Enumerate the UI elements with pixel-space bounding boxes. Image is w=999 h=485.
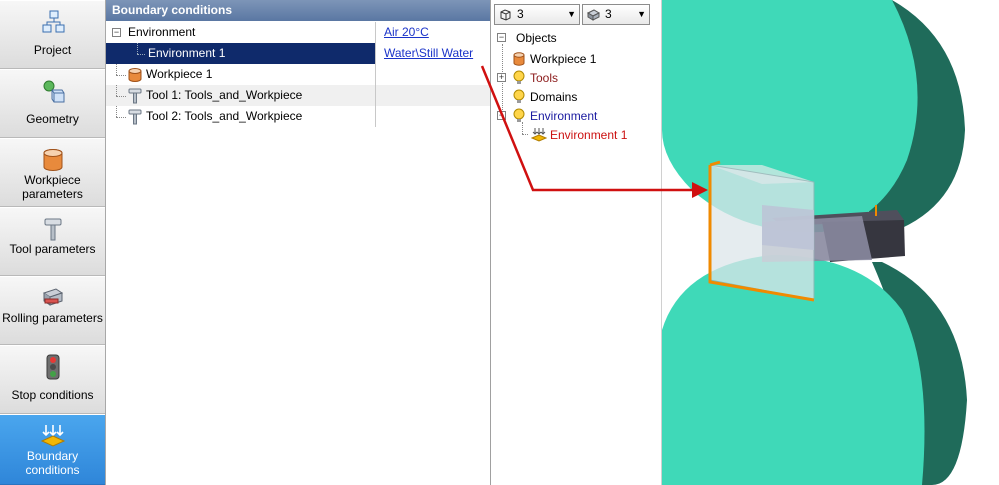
expand-icon[interactable]: + <box>497 73 506 82</box>
nav-boundary-conditions[interactable]: Boundary conditions <box>0 414 105 485</box>
tree-node-label: Domains <box>530 90 578 104</box>
nav-project-label: Project <box>33 43 72 57</box>
tree-connector <box>116 106 117 117</box>
tree-node-label: Environment 1 <box>550 128 628 142</box>
workpiece-cylinder-icon <box>43 149 63 171</box>
tree-node-label: Workpiece 1 <box>530 52 597 66</box>
geometry-shapes-icon <box>43 80 65 103</box>
tree-connector <box>116 64 117 75</box>
render-mode-select[interactable]: 3 ▼ <box>582 4 650 25</box>
nav-geometry[interactable]: Geometry <box>0 69 105 138</box>
tool-hammer-icon <box>128 109 142 125</box>
tree-node-label: Environment <box>530 109 598 123</box>
name-cell: Tool 1: Tools_and_Workpiece <box>106 85 375 106</box>
nav-project[interactable]: Project <box>0 0 105 69</box>
tree-node-label: Objects <box>516 31 557 45</box>
panel-header: Boundary conditions <box>106 0 490 21</box>
workpiece-cylinder-icon <box>513 52 525 66</box>
boundary-conditions-panel: Boundary conditions − Environment Air 20… <box>106 0 491 485</box>
dropdown-arrow-icon: ▼ <box>637 9 646 19</box>
value-cell <box>375 85 490 106</box>
value-cell: Water\Still Water <box>375 43 490 64</box>
view-mode-select[interactable]: 3 ▼ <box>494 4 580 25</box>
tree-connector <box>116 75 126 76</box>
row-label: Environment 1 <box>148 46 226 60</box>
dropdown-arrow-icon: ▼ <box>567 9 576 19</box>
lightbulb-icon <box>513 70 525 84</box>
cube-outline-icon <box>500 9 511 21</box>
lightbulb-icon <box>513 108 525 122</box>
solid-view-icon <box>587 9 600 21</box>
tree-connector <box>502 44 503 120</box>
lightbulb-icon <box>513 89 525 103</box>
workpiece-entry-face <box>762 205 814 250</box>
value-cell: Air 20°C <box>375 22 490 43</box>
nav-stop-conditions-label: Stop conditions <box>11 388 94 402</box>
tree-connector <box>522 134 528 135</box>
name-cell: Environment 1 <box>106 43 375 64</box>
collapse-icon[interactable]: − <box>497 111 506 120</box>
value-cell <box>375 64 490 85</box>
name-cell: Tool 2: Tools_and_Workpiece <box>106 106 375 127</box>
rolling-mill-icon <box>42 288 64 306</box>
nav-workpiece-parameters[interactable]: Workpiece parameters <box>0 138 105 207</box>
nav-rolling-parameters-label: Rolling parameters <box>2 311 103 325</box>
nav-stop-conditions[interactable]: Stop conditions <box>0 345 105 414</box>
tree-connector <box>137 54 145 55</box>
boundary-conditions-icon <box>40 425 66 447</box>
name-cell: Workpiece 1 <box>106 64 375 85</box>
nav-workpiece-parameters-label: Workpiece parameters <box>22 173 83 201</box>
table-row-tool-2[interactable]: Tool 2: Tools_and_Workpiece <box>106 106 490 127</box>
tree-connector <box>116 85 117 96</box>
table-row-environment-1[interactable]: Environment 1 Water\Still Water <box>106 43 490 64</box>
collapse-icon[interactable]: − <box>112 28 121 37</box>
traffic-light-icon <box>46 354 60 380</box>
side-navigation: Project Geometry Workpiece parameters To… <box>0 0 106 485</box>
tool-hammer-icon <box>128 88 142 104</box>
project-tree-icon <box>42 10 65 33</box>
nav-tool-parameters-label: Tool parameters <box>9 242 96 256</box>
table-row-environment[interactable]: − Environment Air 20°C <box>106 22 490 43</box>
row-label: Tool 2: Tools_and_Workpiece <box>146 109 303 123</box>
row-label: Workpiece 1 <box>146 67 213 81</box>
rolling-scene <box>662 0 967 485</box>
nav-tool-parameters[interactable]: Tool parameters <box>0 207 105 276</box>
render-mode-value: 3 <box>605 7 612 21</box>
nav-rolling-parameters[interactable]: Rolling parameters <box>0 276 105 345</box>
environment-value-link[interactable]: Air 20°C <box>384 25 429 39</box>
environment-1-value-link[interactable]: Water\Still Water <box>384 46 473 60</box>
tree-connector <box>116 117 126 118</box>
name-cell: − Environment <box>106 22 375 43</box>
nav-boundary-conditions-label: Boundary conditions <box>25 449 80 477</box>
row-label: Environment <box>128 25 196 39</box>
collapse-icon[interactable]: − <box>497 33 506 42</box>
3d-viewport[interactable] <box>661 0 999 485</box>
view-mode-value: 3 <box>517 7 524 21</box>
tool-hammer-icon <box>44 218 62 241</box>
nav-geometry-label: Geometry <box>26 112 79 126</box>
object-tree-panel: 3 ▼ 3 ▼ − Objects Workpiece 1 + Tools Do… <box>491 0 661 485</box>
tree-node-label: Tools <box>530 71 559 85</box>
row-label: Tool 1: Tools_and_Workpiece <box>146 88 303 102</box>
tree-connector <box>116 96 126 97</box>
tree-connector <box>137 43 138 54</box>
table-row-tool-1[interactable]: Tool 1: Tools_and_Workpiece <box>106 85 490 106</box>
workpiece-cylinder-icon <box>128 68 142 82</box>
boundary-conditions-icon <box>531 128 547 142</box>
table-row-workpiece-1[interactable]: Workpiece 1 <box>106 64 490 85</box>
value-cell <box>375 106 490 127</box>
